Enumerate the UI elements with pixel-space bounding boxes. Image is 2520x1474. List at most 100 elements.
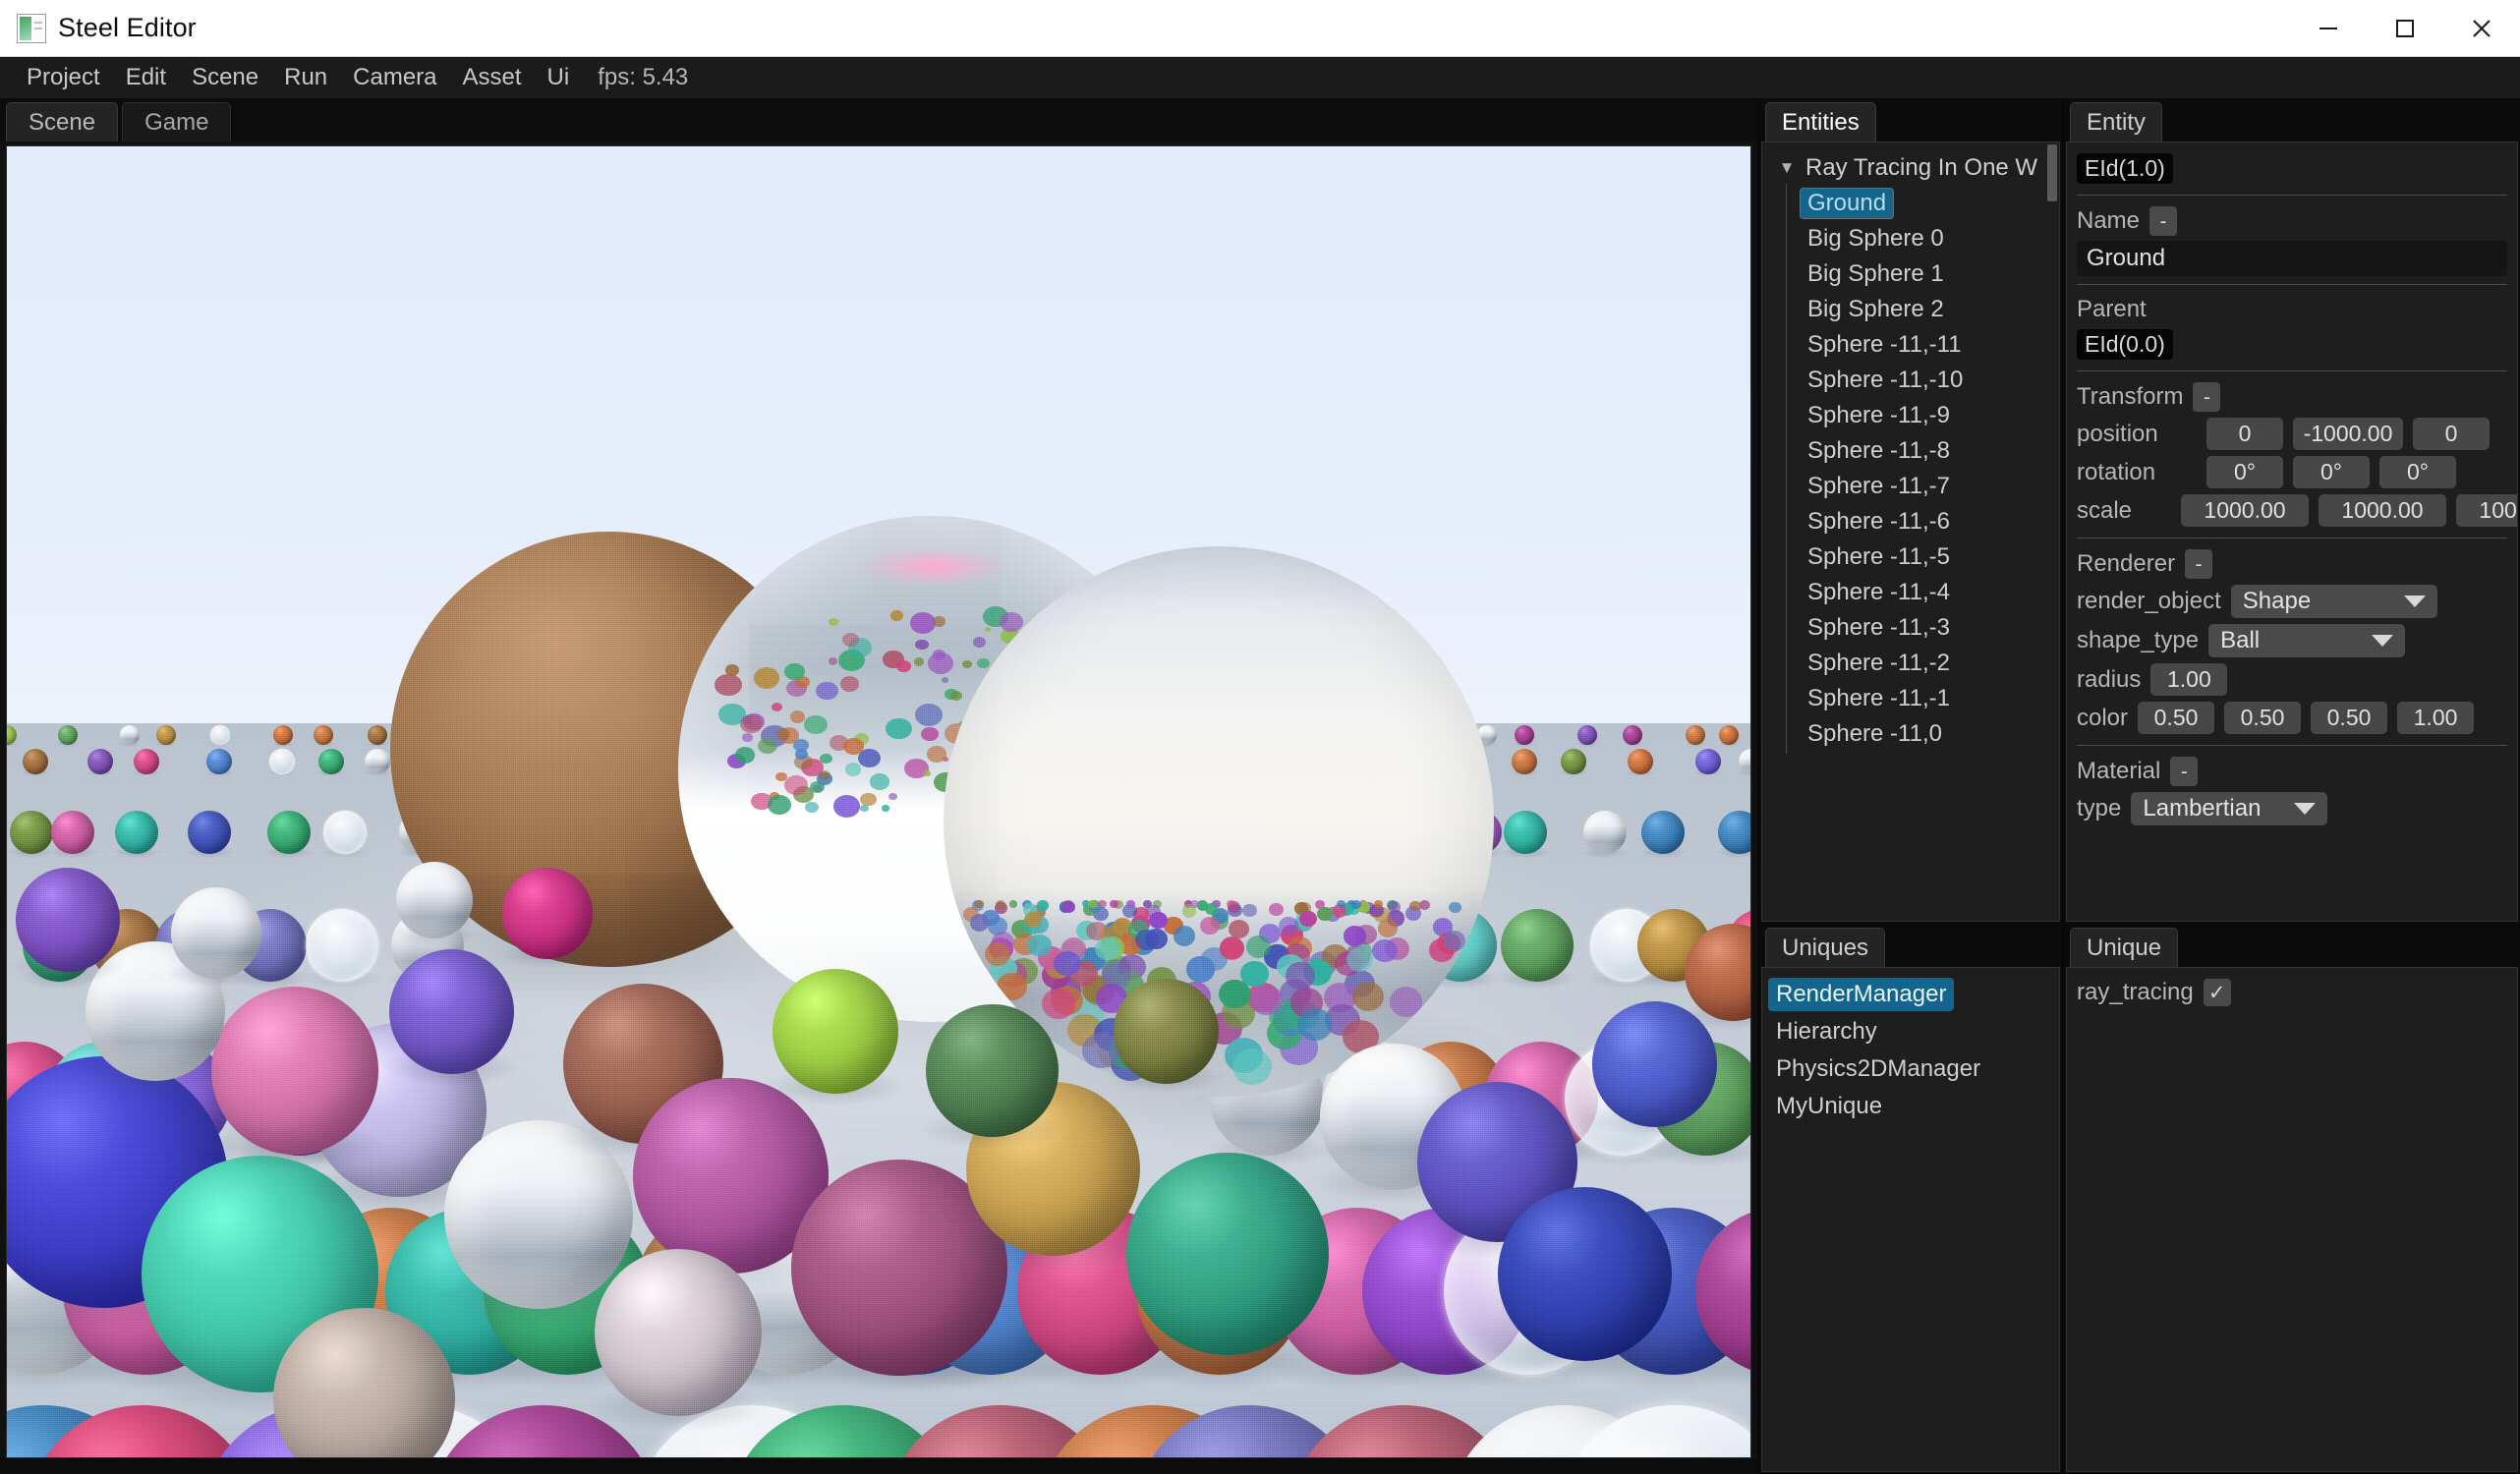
uniques-panel: Uniques RenderManager Hierarchy Physics2DM…: [1759, 924, 2064, 1474]
entity-tree-item[interactable]: Big Sphere 0: [1762, 219, 2059, 258]
entity-tree-item[interactable]: Sphere -11,-10: [1762, 361, 2059, 400]
color-a-field[interactable]: 1.00: [2397, 702, 2475, 734]
entity-tree-item[interactable]: Sphere -11,-8: [1762, 431, 2059, 471]
refracted-sphere-dot: [792, 738, 810, 753]
entity-tree-item[interactable]: Sphere -11,-4: [1762, 573, 2059, 612]
refracted-sphere-dot: [734, 747, 756, 765]
entity-tree-item-label: Sphere -11,-9: [1807, 402, 1950, 428]
entity-tree-item-label: Sphere -11,-4: [1807, 579, 1950, 605]
name-label: Name: [2077, 207, 2141, 234]
menu-camera[interactable]: Camera: [340, 57, 449, 98]
position-y-field[interactable]: -1000.00: [2293, 418, 2403, 450]
entity-tree-item[interactable]: Big Sphere 1: [1762, 255, 2059, 294]
refracted-sphere-dot: [790, 710, 806, 723]
entity-tree-item[interactable]: Sphere -11,-11: [1762, 325, 2059, 365]
scene-viewport[interactable]: [6, 145, 1751, 1458]
rendered-sphere: [1500, 909, 1574, 983]
reflected-sphere-dot: [1337, 899, 1346, 908]
reflected-sphere-dot: [1390, 987, 1423, 1017]
uniques-list-row[interactable]: Physics2DManager: [1768, 1050, 2053, 1088]
entity-tree-item[interactable]: Sphere -11,-2: [1762, 644, 2059, 683]
entity-tree-item[interactable]: Ground: [1762, 184, 2059, 223]
rendered-sphere: [155, 724, 176, 745]
reflected-sphere-dot: [1296, 1008, 1333, 1042]
uniques-list-item-label: Physics2DManager: [1776, 1055, 1981, 1082]
uniques-list-item-label: RenderManager: [1768, 978, 1955, 1011]
render-object-select[interactable]: Shape: [2230, 585, 2437, 618]
refracted-sphere-dot: [914, 704, 943, 727]
renderer-collapse-button[interactable]: -: [2185, 549, 2213, 579]
refracted-sphere-dot: [977, 657, 990, 669]
refracted-sphere-dot: [933, 616, 945, 627]
rotation-z-field[interactable]: 0°: [2379, 456, 2456, 488]
entities-scrollbar[interactable]: [2047, 144, 2057, 201]
render-object-value: Shape: [2242, 588, 2312, 614]
reflected-sphere-dot: [970, 914, 990, 932]
material-collapse-button[interactable]: -: [2170, 757, 2199, 786]
tab-entities[interactable]: Entities: [1765, 102, 1876, 142]
menu-ui[interactable]: Ui: [535, 57, 583, 98]
entity-tree-item[interactable]: Sphere -11,-7: [1762, 467, 2059, 506]
close-icon[interactable]: [2443, 0, 2520, 57]
menu-edit[interactable]: Edit: [113, 57, 179, 98]
rendered-sphere: [1582, 811, 1627, 855]
rendered-sphere: [205, 748, 232, 774]
scale-z-field[interactable]: 1000.00: [2456, 494, 2517, 527]
name-collapse-button[interactable]: -: [2149, 206, 2178, 236]
entity-tree-item[interactable]: Sphere -11,-9: [1762, 396, 2059, 435]
reflected-sphere-dot: [1448, 901, 1461, 914]
scale-x-field[interactable]: 1000.00: [2181, 494, 2309, 527]
rotation-x-field[interactable]: 0°: [2206, 456, 2283, 488]
tree-root-row[interactable]: ▼ Ray Tracing In One W: [1762, 150, 2059, 186]
tab-game[interactable]: Game: [122, 102, 232, 142]
tab-uniques[interactable]: Uniques: [1765, 928, 1886, 967]
reflected-sphere-dot: [1023, 911, 1043, 929]
shape-type-select[interactable]: Ball: [2208, 624, 2406, 657]
refracted-sphere-dot: [742, 733, 753, 743]
refracted-sphere-dot: [921, 726, 940, 742]
entity-tree-item[interactable]: Sphere -11,-1: [1762, 679, 2059, 718]
refracted-sphere-dot: [870, 772, 890, 790]
material-type-select[interactable]: Lambertian: [2131, 792, 2328, 825]
reflected-sphere-dot: [1269, 903, 1284, 917]
triangle-down-icon[interactable]: ▼: [1774, 158, 1800, 178]
entity-tree-item[interactable]: Sphere -11,0: [1762, 714, 2059, 754]
menu-run[interactable]: Run: [271, 57, 340, 98]
rotation-y-field[interactable]: 0°: [2293, 456, 2370, 488]
rendered-sphere: [134, 748, 160, 774]
entity-tree-item[interactable]: Big Sphere 2: [1762, 290, 2059, 329]
ray-tracing-checkbox[interactable]: ✓: [2203, 979, 2231, 1006]
uniques-list-row[interactable]: Hierarchy: [1768, 1013, 2053, 1050]
refracted-sphere-dot: [913, 657, 925, 666]
tab-unique[interactable]: Unique: [2070, 928, 2179, 967]
render-object-label: render_object: [2077, 588, 2221, 614]
color-b-field[interactable]: 0.50: [2311, 702, 2388, 734]
viewport-tabstrip: Scene Game: [0, 98, 1757, 142]
entity-tree-item[interactable]: Sphere -11,-3: [1762, 608, 2059, 648]
menu-asset[interactable]: Asset: [450, 57, 535, 98]
minimize-icon[interactable]: [2290, 0, 2367, 57]
tab-scene[interactable]: Scene: [6, 102, 119, 142]
rotation-row: rotation 0° 0° 0°: [2073, 453, 2511, 491]
color-r-field[interactable]: 0.50: [2138, 702, 2215, 734]
menu-scene[interactable]: Scene: [179, 57, 271, 98]
menu-project[interactable]: Project: [14, 57, 113, 98]
uniques-list-row[interactable]: MyUnique: [1768, 1088, 2053, 1125]
refracted-sphere-dot: [771, 702, 782, 711]
tab-entity[interactable]: Entity: [2070, 102, 2163, 142]
maximize-icon[interactable]: [2367, 0, 2443, 57]
rotation-label: rotation: [2077, 458, 2156, 485]
color-g-field[interactable]: 0.50: [2224, 702, 2302, 734]
radius-field[interactable]: 1.00: [2150, 663, 2228, 696]
position-x-field[interactable]: 0: [2206, 418, 2283, 450]
name-row: Name -: [2073, 203, 2511, 239]
uniques-list-row[interactable]: RenderManager: [1768, 976, 2053, 1013]
name-input[interactable]: Ground: [2077, 241, 2507, 276]
entity-tree-item[interactable]: Sphere -11,-5: [1762, 538, 2059, 577]
scale-label: scale: [2077, 496, 2133, 524]
scale-y-field[interactable]: 1000.00: [2319, 494, 2446, 527]
transform-collapse-button[interactable]: -: [2193, 382, 2221, 412]
position-z-field[interactable]: 0: [2413, 418, 2490, 450]
rendered-sphere: [364, 748, 390, 774]
entity-tree-item[interactable]: Sphere -11,-6: [1762, 502, 2059, 541]
